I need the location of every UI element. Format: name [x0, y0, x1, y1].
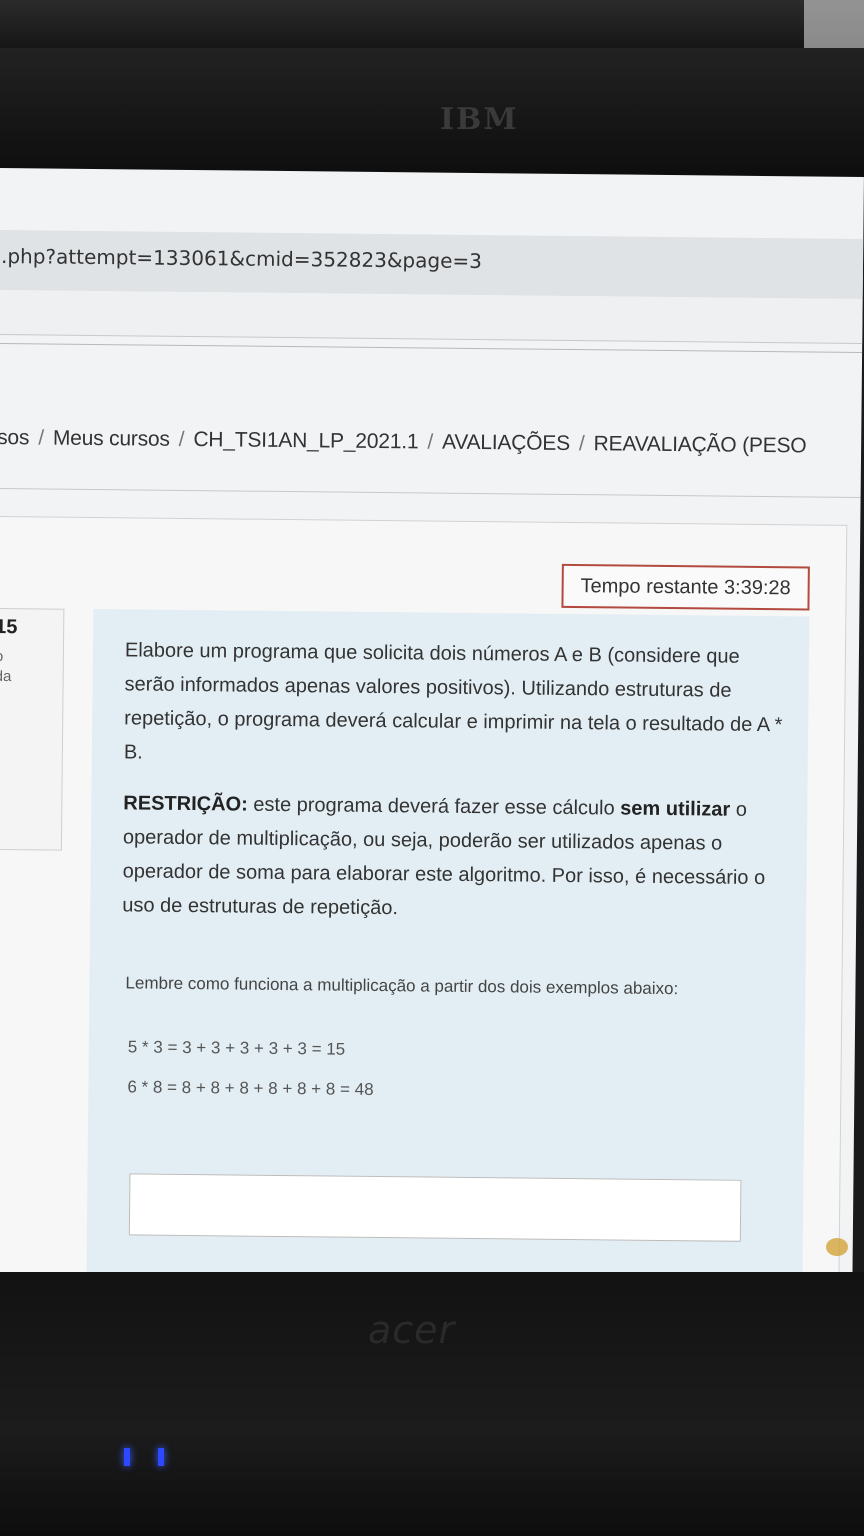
time-remaining-timer: Tempo restante 3:39:28 — [561, 563, 810, 611]
question-info-fragment: da — [0, 667, 12, 686]
divider — [0, 487, 861, 499]
divider — [0, 342, 863, 354]
monitor-bezel-top — [0, 48, 864, 180]
light-reflection — [826, 1238, 848, 1256]
question-restriction: RESTRIÇÃO: este programa deverá fazer es… — [122, 786, 783, 929]
wall — [804, 0, 864, 48]
restriction-emphasis: sem utilizar — [620, 797, 731, 821]
url-text[interactable]: .php?attempt=133061&cmid=352823&page=3 — [1, 244, 482, 273]
example-1: 5 * 3 = 3 + 3 + 3 + 3 + 3 = 15 — [127, 1037, 346, 1059]
browser-screen: .php?attempt=133061&cmid=352823&page=3 s… — [0, 168, 864, 1282]
restriction-text: este programa deverá fazer esse cálculo — [247, 793, 621, 820]
restriction-label: RESTRIÇÃO: — [123, 792, 248, 816]
breadcrumb-item-avaliacoes[interactable]: AVALIAÇÕES — [442, 431, 570, 455]
question-number: 15 — [0, 615, 18, 639]
breadcrumb: sos / Meus cursos / CH_TSI1AN_LP_2021.1 / AVAL… — [0, 426, 807, 458]
laptop-brand-logo: acer — [368, 1308, 456, 1352]
question-info-panel — [0, 607, 65, 851]
desk-background — [0, 0, 864, 48]
example-2: 6 * 8 = 8 + 8 + 8 + 8 + 8 + 8 = 48 — [127, 1077, 374, 1099]
breadcrumb-separator: / — [427, 430, 434, 454]
breadcrumb-separator: / — [578, 432, 585, 456]
breadcrumb-item-home[interactable]: sos — [0, 426, 29, 449]
breadcrumb-separator: / — [178, 427, 185, 451]
status-led — [158, 1448, 164, 1466]
breadcrumb-item-course[interactable]: CH_TSI1AN_LP_2021.1 — [193, 428, 418, 453]
question-info-fragment: o — [0, 647, 4, 666]
question-statement: Elabore um programa que solicita dois nú… — [123, 639, 783, 764]
toolbar-area — [0, 289, 863, 345]
answer-editor[interactable] — [128, 1173, 742, 1242]
breadcrumb-separator: / — [38, 426, 45, 450]
breadcrumb-item-quiz[interactable]: REAVALIAÇÃO (PESO — [593, 432, 806, 457]
monitor-brand-logo: IBM — [440, 102, 519, 137]
status-led — [124, 1448, 130, 1466]
breadcrumb-item-meus-cursos[interactable]: Meus cursos — [53, 427, 170, 451]
